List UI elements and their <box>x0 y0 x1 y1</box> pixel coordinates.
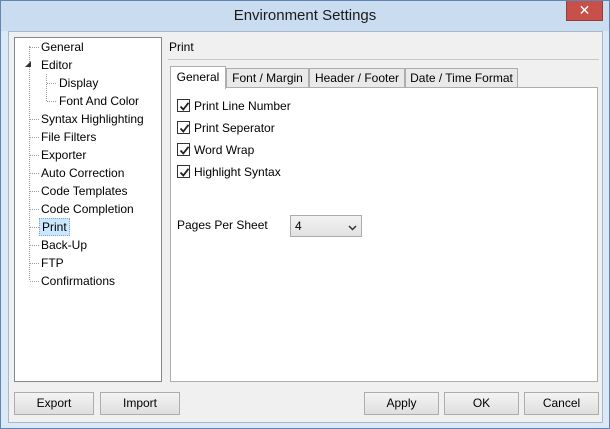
tree-item-display[interactable]: Display <box>57 74 100 92</box>
tree-connector-line <box>30 119 39 120</box>
checkmark-icon <box>179 146 190 155</box>
tree-item-syntax-highlighting[interactable]: Syntax Highlighting <box>39 110 146 128</box>
tree-item-label: General <box>41 40 84 54</box>
tree-item-label: Auto Correction <box>41 166 125 180</box>
tree-item-label: File Filters <box>41 130 97 144</box>
tree-connector-line <box>47 83 56 84</box>
tree-item-general[interactable]: General <box>39 38 86 56</box>
checkmark-icon <box>179 168 190 177</box>
tree-item-font-and-color[interactable]: Font And Color <box>57 92 141 110</box>
checkbox-label: Highlight Syntax <box>194 165 281 179</box>
pages-per-sheet-label: Pages Per Sheet <box>177 218 268 232</box>
tree-item-ftp[interactable]: FTP <box>39 254 66 272</box>
tree-item-label: FTP <box>41 256 64 270</box>
tree-item-label: Confirmations <box>41 274 116 288</box>
close-button[interactable]: ✕ <box>566 1 603 21</box>
tree-connector-line <box>30 209 39 210</box>
tree-connector-line <box>30 173 39 174</box>
apply-button[interactable]: Apply <box>364 392 439 415</box>
panel-title: Print <box>169 40 194 54</box>
dialog-client-area: General Editor Display Font And Color Sy… <box>8 31 603 423</box>
checkbox-label: Print Seperator <box>194 121 275 135</box>
word-wrap-checkbox[interactable] <box>177 143 190 156</box>
tab-font-margin[interactable]: Font / Margin <box>226 68 309 88</box>
tab-date-time-format[interactable]: Date / Time Format <box>405 68 518 88</box>
pages-per-sheet-select[interactable]: 4 <box>290 215 362 237</box>
tree-item-label: Print <box>39 218 70 236</box>
tree-item-code-templates[interactable]: Code Templates <box>39 182 130 200</box>
tree-item-label: Display <box>59 76 99 90</box>
tree-connector-line <box>47 101 56 102</box>
settings-tree[interactable]: General Editor Display Font And Color Sy… <box>14 37 162 382</box>
tree-item-label: Code Completion <box>41 202 134 216</box>
print-line-number-checkbox[interactable] <box>177 99 190 112</box>
print-seperator-checkbox[interactable] <box>177 121 190 134</box>
checkbox-label: Word Wrap <box>194 143 255 157</box>
tree-connector-line <box>30 281 39 282</box>
checkmark-icon <box>179 102 190 111</box>
checkmark-icon <box>179 124 190 133</box>
tree-connector-line <box>30 227 39 228</box>
tree-item-label: Syntax Highlighting <box>41 112 144 126</box>
tree-connector-line <box>30 245 39 246</box>
tree-item-editor[interactable]: Editor <box>39 56 74 74</box>
import-button[interactable]: Import <box>100 392 180 415</box>
tree-item-label: Editor <box>41 58 73 72</box>
checkbox-label: Print Line Number <box>194 99 291 113</box>
tree-item-exporter[interactable]: Exporter <box>39 146 88 164</box>
tab-page-general: Print Line Number Print Seperator Word W… <box>170 87 598 382</box>
tree-item-file-filters[interactable]: File Filters <box>39 128 98 146</box>
tree-item-auto-correction[interactable]: Auto Correction <box>39 164 126 182</box>
tree-connector-line <box>46 74 47 101</box>
tree-connector-line <box>30 137 39 138</box>
tab-general[interactable]: General <box>170 66 226 89</box>
panel-divider <box>168 59 599 60</box>
cancel-button[interactable]: Cancel <box>524 392 599 415</box>
export-button[interactable]: Export <box>14 392 94 415</box>
tree-item-back-up[interactable]: Back-Up <box>39 236 89 254</box>
tree-connector-line <box>30 191 39 192</box>
environment-settings-window: Environment Settings ✕ General Editor Di… <box>0 0 610 429</box>
tree-connector-line <box>30 47 39 48</box>
tree-item-confirmations[interactable]: Confirmations <box>39 272 117 290</box>
tree-item-code-completion[interactable]: Code Completion <box>39 200 136 218</box>
highlight-syntax-checkbox[interactable] <box>177 165 190 178</box>
tree-item-label: Exporter <box>41 148 87 162</box>
pages-per-sheet-value: 4 <box>295 219 302 233</box>
ok-button[interactable]: OK <box>444 392 519 415</box>
chevron-down-icon <box>348 221 357 235</box>
window-title: Environment Settings <box>233 7 377 24</box>
tree-item-label: Back-Up <box>41 238 88 252</box>
tree-item-label: Code Templates <box>41 184 128 198</box>
title-bar[interactable]: Environment Settings ✕ <box>1 1 609 31</box>
expanded-triangle-icon[interactable] <box>24 60 32 70</box>
tree-item-label: Font And Color <box>59 94 140 108</box>
tree-item-print[interactable]: Print <box>39 218 70 236</box>
tree-connector-line <box>30 263 39 264</box>
tab-header-footer[interactable]: Header / Footer <box>309 68 405 88</box>
tree-connector-line <box>30 155 39 156</box>
